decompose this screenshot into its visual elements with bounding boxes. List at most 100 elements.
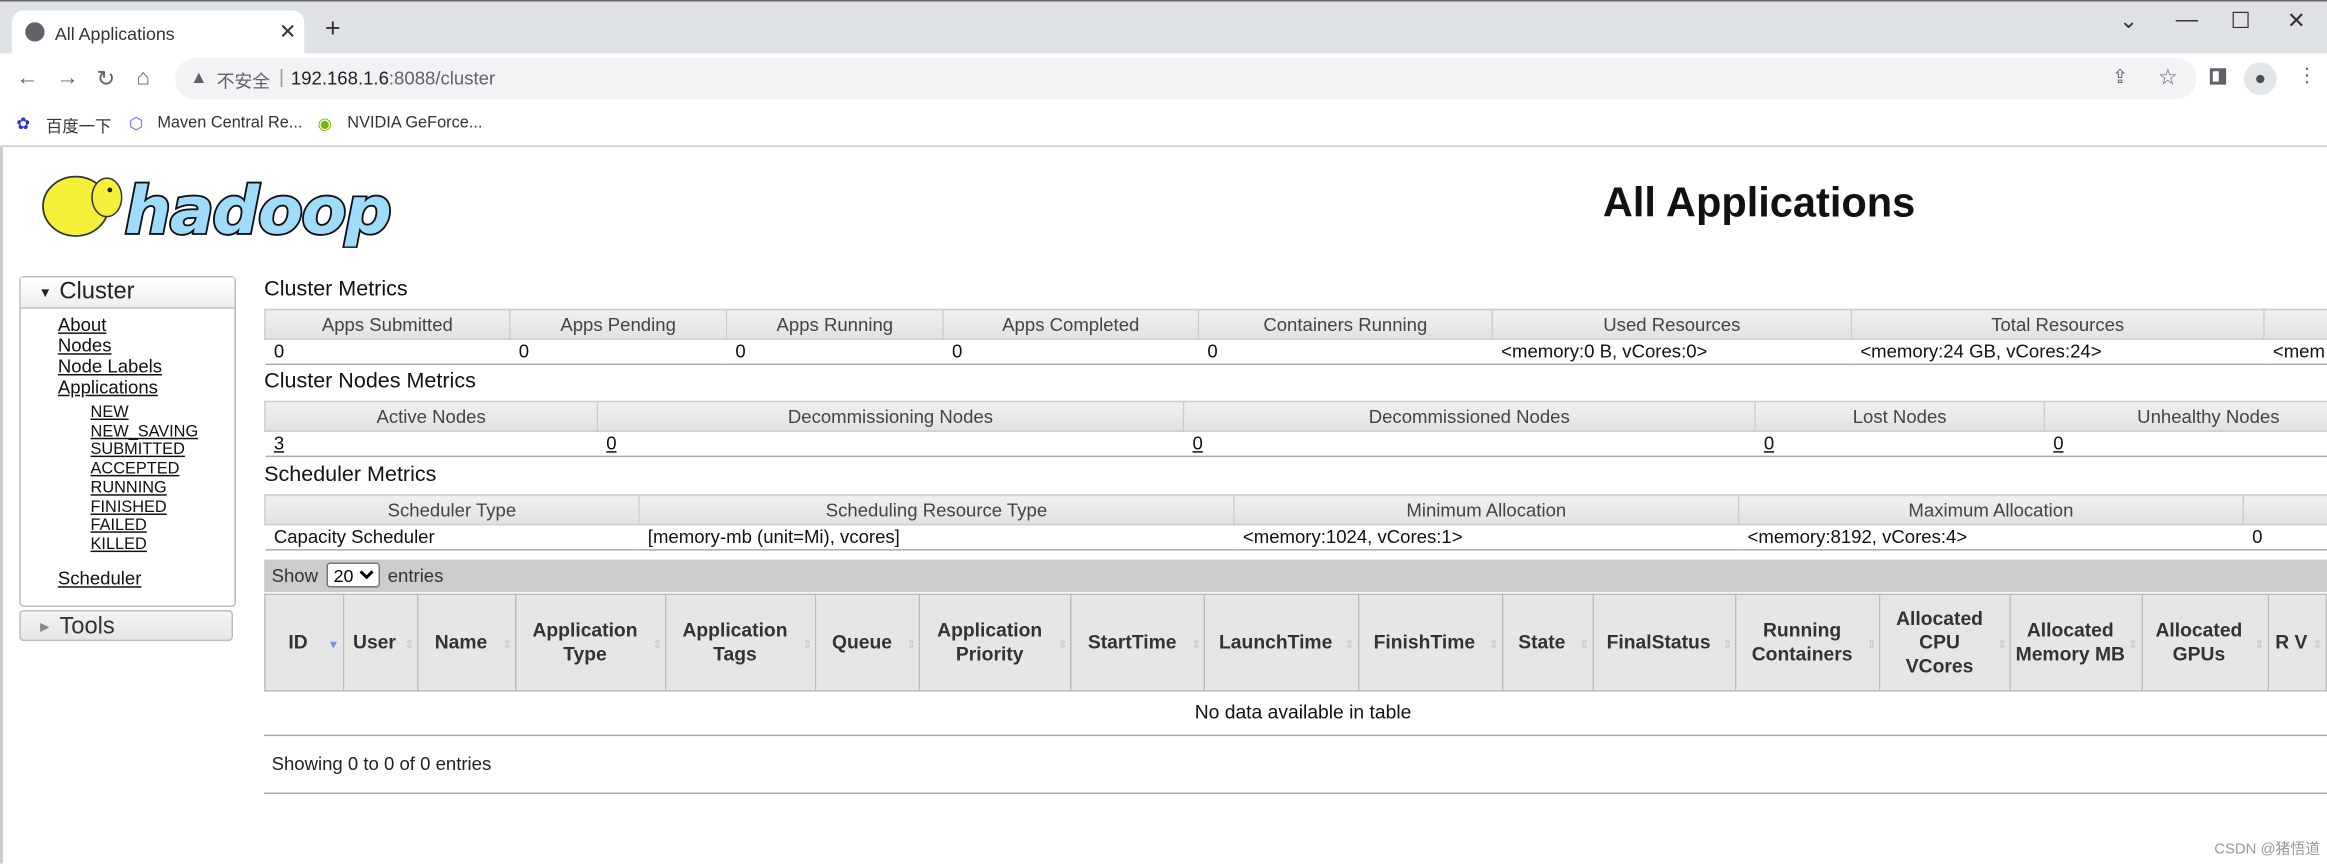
url-text: 192.168.1.6:8088/cluster xyxy=(290,68,496,90)
expanded-triangle-icon: ▼ xyxy=(38,284,52,300)
svg-text:hadoop: hadoop xyxy=(125,173,392,248)
sort-icon: ⇕ xyxy=(1866,638,1877,652)
close-window-icon[interactable]: ✕ xyxy=(2287,7,2306,34)
sidebar-state-new-saving[interactable]: NEW_SAVING xyxy=(58,423,235,442)
column-header-finalstatus[interactable]: FinalStatus ⇕ xyxy=(1592,593,1737,692)
scheduler-metrics-table: Scheduler Type Scheduling Resource Type Mi… xyxy=(264,494,2327,551)
sort-icon: ⇕ xyxy=(1488,638,1499,652)
maven-icon: ⬡ xyxy=(129,115,144,134)
sort-icon: ⇕ xyxy=(906,638,917,652)
reload-icon[interactable]: ↻ xyxy=(96,65,115,92)
column-header-id[interactable]: ID ▼ xyxy=(264,593,344,692)
column-header-application-tags[interactable]: Application Tags ⇕ xyxy=(665,593,817,692)
metric-value: <memory:0 B, vCores:0> xyxy=(1492,339,1852,366)
column-header: Total Resources xyxy=(1850,308,2265,340)
sidebar-state-failed[interactable]: FAILED xyxy=(58,517,235,536)
minimize-icon[interactable]: — xyxy=(2176,7,2198,32)
metric-value: [memory-mb (unit=Mi), vcores] xyxy=(638,524,1235,551)
page-size-select[interactable]: 20 xyxy=(326,562,380,588)
sidebar-tools[interactable]: ▶ Tools xyxy=(19,609,234,642)
sort-icon: ⇕ xyxy=(652,638,663,652)
sidebar-state-finished[interactable]: FINISHED xyxy=(58,498,235,517)
home-icon[interactable]: ⌂ xyxy=(137,65,150,90)
column-label: ID xyxy=(288,630,308,654)
nodes-metrics-table: Active Nodes Decommissioning Nodes Decommi… xyxy=(264,400,2327,458)
sidebar-state-running[interactable]: RUNNING xyxy=(58,479,235,498)
sidebar-state-killed[interactable]: KILLED xyxy=(58,536,235,555)
address-bar[interactable]: ▲ 不安全 | 192.168.1.6:8088/cluster ⇪ ☆ xyxy=(175,57,2197,100)
new-tab-button[interactable]: + xyxy=(325,13,341,44)
column-header-application-priority[interactable]: Application Priority ⇕ xyxy=(919,593,1073,692)
sidebar-node-labels[interactable]: Node Labels xyxy=(58,356,235,377)
metric-link[interactable]: 0 xyxy=(1192,433,1202,454)
column-header: Apps Running xyxy=(725,308,944,340)
menu-icon[interactable]: ⋮ xyxy=(2297,64,2316,88)
warning-icon: ▲ xyxy=(189,66,208,88)
watermark: CSDN @猪悟道 xyxy=(2214,841,2321,858)
maximize-icon[interactable]: ☐ xyxy=(2231,7,2251,34)
bookmarks-bar: ✿ 百度一下 ⬡ Maven Central Re... ◉ NVIDIA Ge… xyxy=(0,103,2327,147)
column-header-user[interactable]: User ⇕ xyxy=(342,593,419,692)
side-panel-icon[interactable] xyxy=(2209,68,2227,85)
sort-icon: ⇕ xyxy=(502,638,513,652)
column-label: Allocated Memory MB xyxy=(2015,618,2125,665)
sidebar-state-submitted[interactable]: SUBMITTED xyxy=(58,441,235,460)
sort-icon: ⇕ xyxy=(2127,638,2138,652)
metric-value: 0 xyxy=(2044,431,2327,458)
column-header-launchtime[interactable]: LaunchTime ⇕ xyxy=(1204,593,1359,692)
column-header-allocated-memory-mb[interactable]: Allocated Memory MB ⇕ xyxy=(2010,593,2143,692)
nodes-metrics-heading: Cluster Nodes Metrics xyxy=(264,369,476,394)
sidebar-state-new[interactable]: NEW xyxy=(58,404,235,423)
security-label: 不安全 xyxy=(216,71,271,93)
bookmark-maven[interactable]: Maven Central Re... xyxy=(157,114,302,132)
column-header-allocated-gpus[interactable]: Allocated GPUs ⇕ xyxy=(2140,593,2269,692)
column-header-allocated-cpu-vcores[interactable]: Allocated CPU VCores ⇕ xyxy=(1879,593,2012,692)
metric-value: <memory:8192, vCores:4> xyxy=(1738,524,2244,551)
metric-value: 3 xyxy=(264,431,598,458)
metric-link[interactable]: 0 xyxy=(2053,433,2063,454)
scheduler-metrics-heading: Scheduler Metrics xyxy=(264,463,437,487)
column-header-state[interactable]: State ⇕ xyxy=(1501,593,1594,692)
column-header-application-type[interactable]: Application Type ⇕ xyxy=(515,593,667,692)
metric-link[interactable]: 3 xyxy=(274,433,284,454)
column-header: Containers Running xyxy=(1197,308,1494,340)
column-header: Active Nodes xyxy=(264,400,599,432)
column-label: Name xyxy=(434,630,488,654)
column-header: Decommissioning Nodes xyxy=(596,400,1185,432)
column-header-queue[interactable]: Queue ⇕ xyxy=(815,593,921,692)
sidebar-about[interactable]: About xyxy=(58,315,235,336)
sidebar-applications[interactable]: Applications xyxy=(58,377,235,398)
column-header-finishtime[interactable]: FinishTime ⇕ xyxy=(1357,593,1504,692)
column-header-name[interactable]: Name ⇕ xyxy=(417,593,517,692)
metric-value: 0 xyxy=(264,339,510,366)
metric-link[interactable]: 0 xyxy=(1764,433,1774,454)
bookmark-baidu[interactable]: 百度一下 xyxy=(46,114,111,138)
cluster-header[interactable]: ▼ Cluster xyxy=(20,277,235,309)
profile-avatar-icon[interactable]: ● xyxy=(2243,62,2277,95)
browser-tab[interactable]: All Applications ✕ xyxy=(11,10,305,55)
sidebar-nodes[interactable]: Nodes xyxy=(58,335,235,356)
close-tab-icon[interactable]: ✕ xyxy=(279,19,296,44)
forward-icon[interactable]: → xyxy=(56,65,78,90)
sidebar-scheduler[interactable]: Scheduler xyxy=(58,568,235,589)
sort-icon: ⇕ xyxy=(1722,638,1733,652)
column-header-running-containers[interactable]: Running Containers ⇕ xyxy=(1735,593,1881,692)
column-label: Allocated GPUs xyxy=(2155,618,2243,665)
column-header-r-v[interactable]: R V ⇕ xyxy=(2267,593,2327,692)
sidebar-state-accepted[interactable]: ACCEPTED xyxy=(58,460,235,479)
column-label: Allocated CPU VCores xyxy=(1896,606,1983,677)
column-header-starttime[interactable]: StartTime ⇕ xyxy=(1070,593,1206,692)
back-icon[interactable]: ← xyxy=(16,65,38,90)
metric-link[interactable]: 0 xyxy=(606,433,616,454)
column-header: Decommissioned Nodes xyxy=(1182,400,1756,432)
sort-icon: ⇕ xyxy=(802,638,813,652)
column-header: Scheduling Resource Type xyxy=(638,494,1235,526)
share-icon[interactable]: ⇪ xyxy=(2112,65,2128,89)
column-label: Application Priority xyxy=(937,618,1043,665)
applications-table: ID ▼ User ⇕ Name ⇕ Application Type ⇕ Applicatio… xyxy=(264,593,2327,692)
bookmark-nvidia[interactable]: NVIDIA GeForce... xyxy=(347,114,482,132)
tab-search-icon[interactable]: ⌄ xyxy=(2119,7,2138,34)
star-icon[interactable]: ☆ xyxy=(2158,64,2178,90)
empty-table-message: No data available in table xyxy=(264,690,2327,737)
tab-bar: All Applications ✕ + ⌄ — ☐ ✕ xyxy=(0,0,2327,55)
